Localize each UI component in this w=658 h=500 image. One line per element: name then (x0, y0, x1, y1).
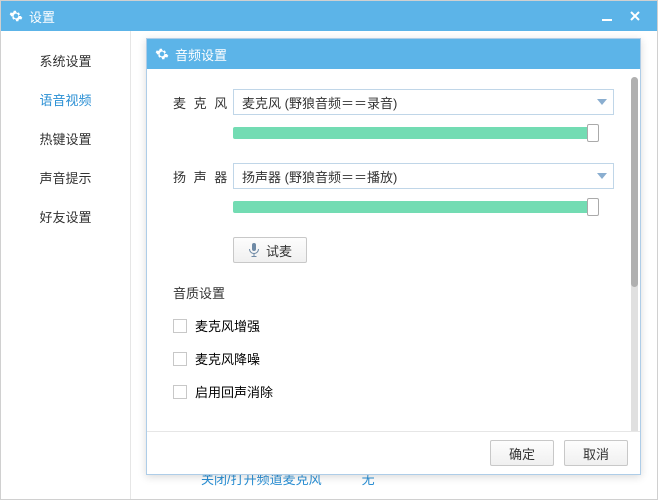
quality-section-title: 音质设置 (173, 283, 614, 302)
sidebar: 系统设置 语音视频 热键设置 声音提示 好友设置 (1, 31, 131, 499)
speaker-label: 扬 声 器 (173, 167, 233, 186)
ok-label: 确定 (509, 444, 535, 463)
checkbox-noise-reduction[interactable] (173, 352, 187, 366)
mic-slider-row (173, 127, 614, 139)
test-mic-button[interactable]: 试麦 (233, 237, 307, 263)
speaker-select[interactable]: 扬声器 (野狼音频＝＝播放) (233, 163, 614, 189)
sidebar-item-label: 语音视频 (39, 93, 91, 108)
test-mic-row: 试麦 (173, 237, 614, 263)
window-title: 设置 (29, 7, 593, 26)
mic-row: 麦 克 风 麦克风 (野狼音频＝＝录音) (173, 89, 614, 115)
sidebar-item-friends[interactable]: 好友设置 (1, 197, 130, 236)
sidebar-item-sound-alerts[interactable]: 声音提示 (1, 158, 130, 197)
checkbox-mic-boost[interactable] (173, 319, 187, 333)
sidebar-item-label: 好友设置 (39, 210, 91, 225)
chevron-down-icon (597, 173, 607, 179)
slider-thumb[interactable] (587, 198, 599, 216)
speaker-row: 扬 声 器 扬声器 (野狼音频＝＝播放) (173, 163, 614, 189)
cancel-button[interactable]: 取消 (564, 440, 628, 466)
gear-icon (9, 9, 23, 23)
cancel-label: 取消 (583, 444, 609, 463)
checkbox-mic-boost-row: 麦克风增强 (173, 316, 614, 335)
sidebar-item-label: 声音提示 (39, 171, 91, 186)
scrollbar[interactable] (631, 77, 638, 431)
mic-label: 麦 克 风 (173, 93, 233, 112)
sidebar-item-voice-video[interactable]: 语音视频 (1, 80, 130, 119)
speaker-select-value: 扬声器 (野狼音频＝＝播放) (242, 167, 397, 186)
speaker-slider-row (173, 201, 614, 213)
close-button[interactable] (621, 2, 649, 30)
dialog-footer: 确定 取消 (147, 431, 640, 474)
sidebar-item-system[interactable]: 系统设置 (1, 41, 130, 80)
speaker-volume-slider[interactable] (233, 201, 593, 213)
checkbox-echo-cancel-row: 启用回声消除 (173, 382, 614, 401)
checkbox-label: 麦克风增强 (195, 316, 260, 335)
gear-icon (155, 47, 169, 61)
mic-icon (248, 243, 260, 257)
mic-volume-slider[interactable] (233, 127, 593, 139)
ok-button[interactable]: 确定 (490, 440, 554, 466)
dialog-title: 音频设置 (175, 45, 632, 64)
slider-thumb[interactable] (587, 124, 599, 142)
checkbox-noise-reduction-row: 麦克风降噪 (173, 349, 614, 368)
minimize-button[interactable] (593, 2, 621, 30)
scrollbar-thumb[interactable] (631, 77, 638, 287)
sidebar-item-label: 热键设置 (39, 132, 91, 147)
sidebar-item-hotkeys[interactable]: 热键设置 (1, 119, 130, 158)
mic-select[interactable]: 麦克风 (野狼音频＝＝录音) (233, 89, 614, 115)
checkbox-label: 麦克风降噪 (195, 349, 260, 368)
chevron-down-icon (597, 99, 607, 105)
checkbox-echo-cancel[interactable] (173, 385, 187, 399)
test-mic-label: 试麦 (266, 241, 292, 260)
titlebar: 设置 (1, 1, 657, 31)
checkbox-label: 启用回声消除 (195, 382, 273, 401)
dialog-titlebar: 音频设置 (147, 39, 640, 69)
sidebar-item-label: 系统设置 (39, 54, 91, 69)
dialog-body: 麦 克 风 麦克风 (野狼音频＝＝录音) 扬 声 器 扬声器 (野狼音频＝＝播放… (147, 69, 640, 431)
audio-settings-dialog: 音频设置 麦 克 风 麦克风 (野狼音频＝＝录音) 扬 声 器 扬声器 (野狼音… (146, 38, 641, 475)
mic-select-value: 麦克风 (野狼音频＝＝录音) (242, 93, 397, 112)
